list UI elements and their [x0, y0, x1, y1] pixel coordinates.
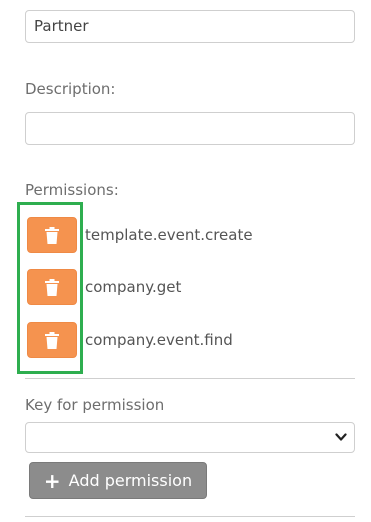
add-permission-button[interactable]: + Add permission: [29, 462, 207, 499]
key-for-permission-select[interactable]: [25, 422, 355, 453]
name-input[interactable]: Partner: [25, 10, 355, 43]
description-input[interactable]: [25, 112, 355, 145]
key-for-permission-label: Key for permission: [25, 396, 165, 414]
permissions-label: Permissions:: [25, 181, 119, 199]
highlight-box: [17, 202, 83, 374]
permission-label: template.event.create: [85, 226, 253, 244]
chevron-down-icon: [335, 433, 347, 441]
divider: [25, 516, 355, 517]
permission-label: company.get: [85, 278, 182, 296]
plus-icon: +: [43, 468, 61, 493]
add-permission-label: Add permission: [68, 471, 193, 490]
permission-label: company.event.find: [85, 331, 233, 349]
divider: [25, 378, 355, 379]
description-label: Description:: [25, 80, 116, 98]
